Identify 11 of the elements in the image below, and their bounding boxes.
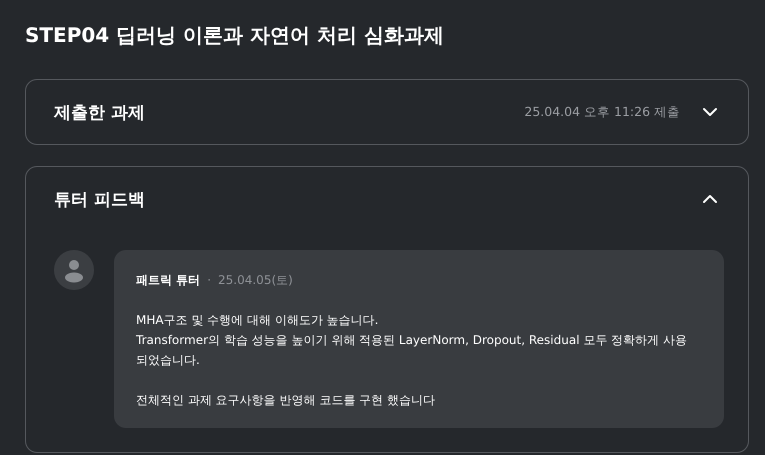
tutor-name: 패트릭 튜터 [136,272,200,289]
section-title: 제출한 과제 [54,102,145,124]
feedback-text: MHA구조 및 수행에 대해 이해도가 높습니다. [136,312,380,329]
avatar-icon [54,250,94,290]
feedback-text: Transformer의 학습 성능을 높이기 위해 적용된 LayerNorm, Dropout, Residual 모두 정확하게 사용 되었습니다. [136,332,688,369]
separator-dot: · [207,272,212,289]
section-title: 튜터 피드백 [54,188,145,210]
page-title: STEP04 딥러닝 이론과 자연어 처리 심화과제 [25,22,446,49]
feedback-text: 전체적인 과제 요구사항을 반영해 코드를 구현 했습니다 [136,392,436,409]
submitted-time: 25.04.04 오후 11:26 제출 [524,104,680,120]
feedback-date: 25.04.05(토) [218,272,293,289]
